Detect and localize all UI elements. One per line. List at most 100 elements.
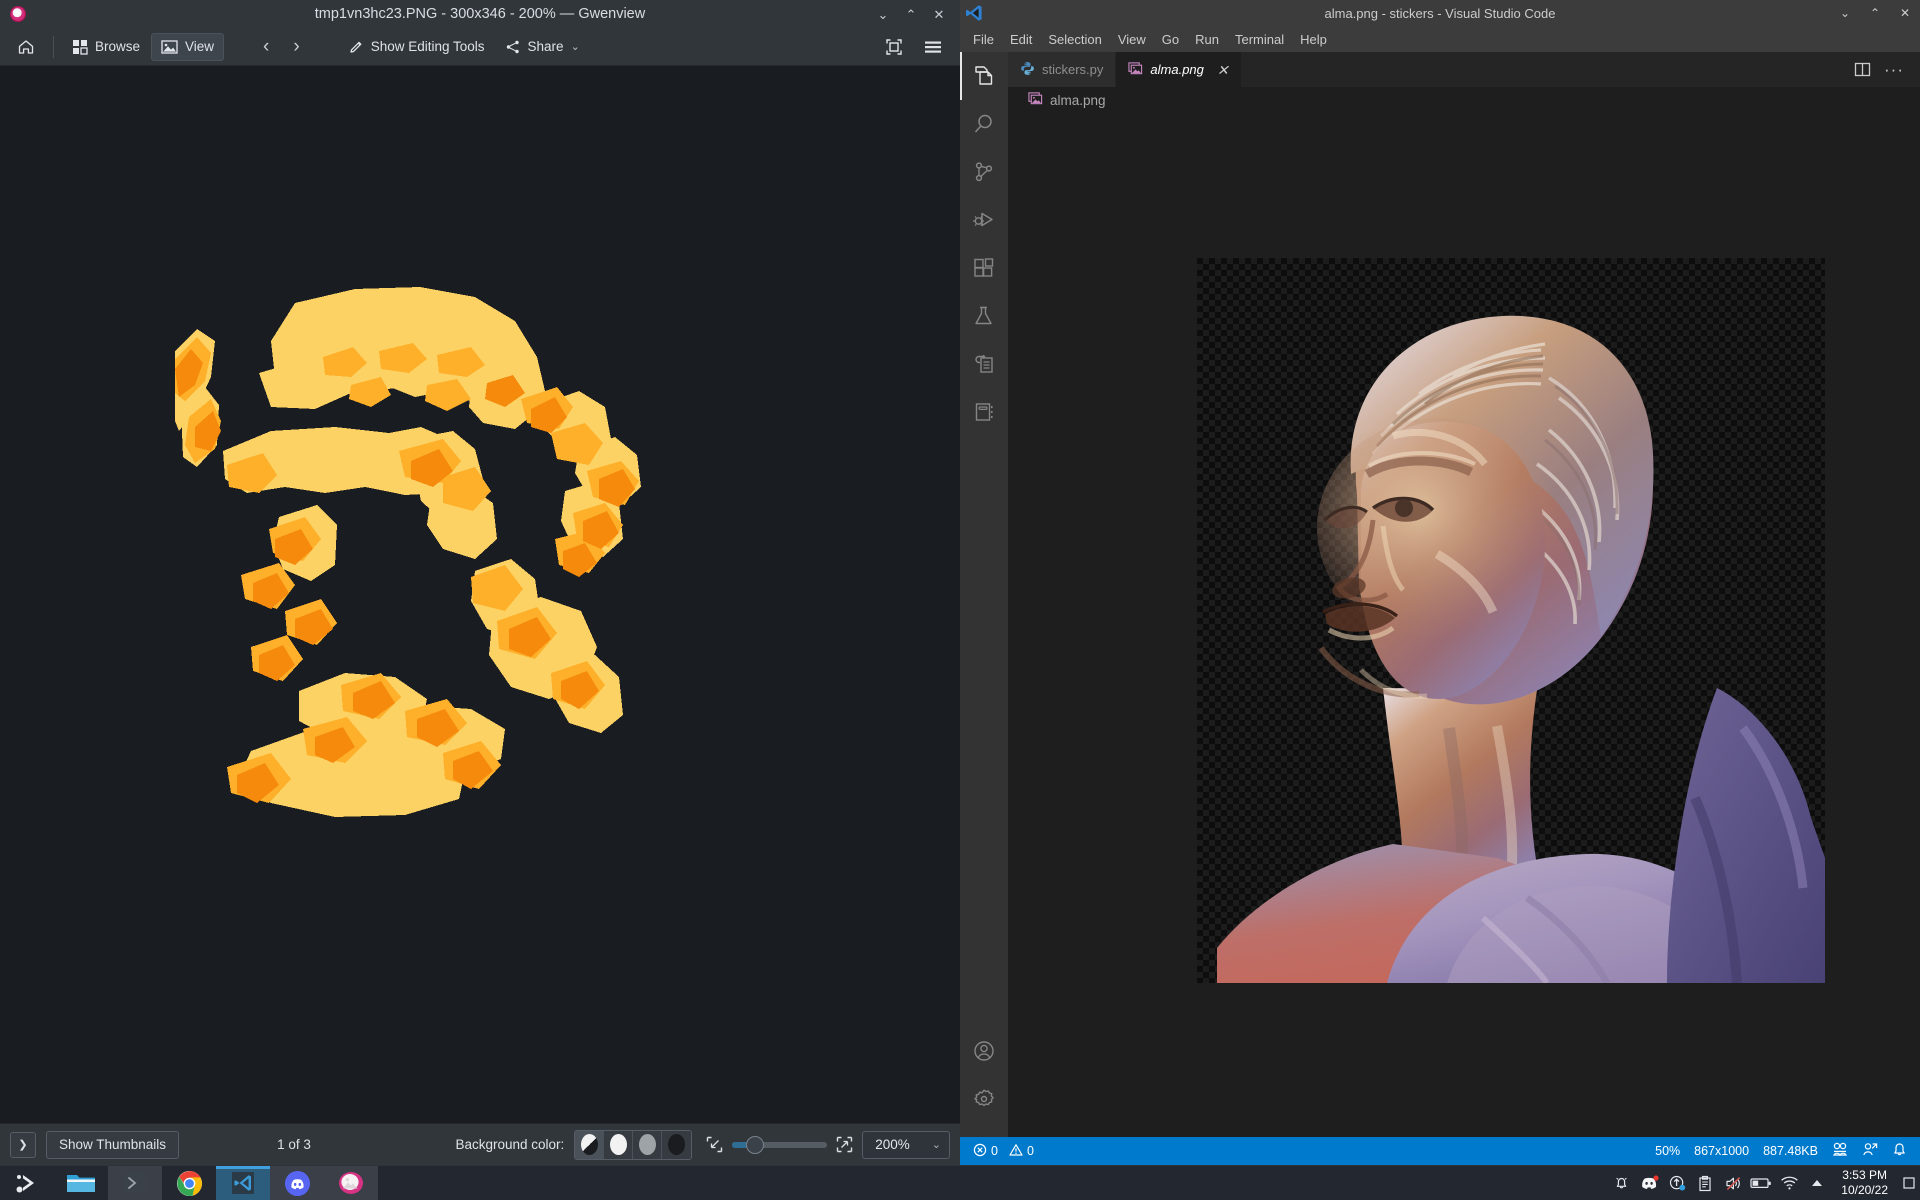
menu-help[interactable]: Help [1293,29,1334,50]
menu-view[interactable]: View [1111,29,1153,50]
python-file-icon [1020,61,1035,79]
battery-icon[interactable] [1747,1166,1775,1200]
taskbar-discord[interactable] [270,1166,324,1200]
taskbar-clock[interactable]: 3:53 PM 10/20/22 [1831,1168,1898,1198]
bg-swatch-checker[interactable] [575,1130,605,1159]
sidebar-item-notebook[interactable] [960,388,1008,436]
wifi-icon[interactable] [1775,1166,1803,1200]
zoom-actual-size-icon[interactable] [836,1136,853,1153]
vscode-editor-group: stickers.py alma.png ✕ ··· alma.png [1008,52,1920,1137]
sidebar-item-remote-explorer[interactable] [960,340,1008,388]
gwenview-close-button[interactable]: ✕ [926,2,952,26]
status-notifications[interactable] [1885,1137,1914,1165]
vscode-minimize-button[interactable]: ⌄ [1830,0,1860,26]
gwenview-editing-tools-label: Show Editing Tools [370,39,485,54]
vscode-menu-bar: File Edit Selection View Go Run Terminal… [960,26,1920,52]
status-image-dimensions[interactable]: 867x1000 [1687,1137,1756,1165]
taskbar-file-explorer[interactable] [54,1166,108,1200]
bg-swatch-black[interactable] [662,1130,692,1159]
update-arrow-icon[interactable] [1663,1166,1691,1200]
discord-tray-icon[interactable] [1635,1166,1663,1200]
tab-alma-png[interactable]: alma.png ✕ [1116,52,1242,87]
close-icon[interactable]: ✕ [1217,63,1229,77]
image-file-icon [1128,61,1143,79]
clipboard-icon[interactable] [1691,1166,1719,1200]
tab-stickers-py[interactable]: stickers.py [1008,52,1117,87]
menu-run[interactable]: Run [1188,29,1226,50]
sidebar-item-extensions[interactable] [960,244,1008,292]
zoom-slider-handle[interactable] [746,1135,765,1154]
gwenview-sidebar-toggle[interactable]: ❯ [10,1131,36,1158]
checker-dot [580,1134,598,1155]
menu-edit[interactable]: Edit [1003,29,1039,50]
sidebar-item-source-control[interactable] [960,148,1008,196]
clock-time: 3:53 PM [1842,1168,1887,1182]
gwenview-view-label: View [185,39,215,54]
gwenview-fullscreen-button[interactable] [876,33,912,61]
menu-selection[interactable]: Selection [1041,29,1108,50]
vscode-title-bar[interactable]: alma.png - stickers - Visual Studio Code… [960,0,1920,26]
vscode-close-button[interactable]: ✕ [1890,0,1920,26]
gwenview-page-info: 1 of 3 [277,1137,311,1152]
status-live-share[interactable] [1825,1137,1855,1165]
gwenview-window-title: tmp1vn3hc23.PNG - 300x346 - 200% — Gwenv… [314,6,646,22]
sidebar-item-explorer[interactable] [960,52,1008,100]
status-image-zoom[interactable]: 50% [1648,1137,1687,1165]
gwenview-previous-button[interactable]: ‹ [252,33,280,61]
gwenview-home-button[interactable] [8,33,44,61]
gwenview-browse-button[interactable]: Browse [63,33,149,61]
menu-file[interactable]: File [966,29,1001,50]
menu-go[interactable]: Go [1155,29,1186,50]
status-bar-right: 50% 867x1000 887.48KB [1648,1137,1914,1165]
status-problems[interactable]: 0 0 [966,1137,1041,1165]
gwenview-image-canvas[interactable] [0,66,960,1123]
gwenview-zoom-combobox[interactable]: 200% ⌄ [862,1130,950,1159]
gwenview-title-bar[interactable]: tmp1vn3hc23.PNG - 300x346 - 200% — Gwenv… [0,0,960,28]
taskbar-gwenview[interactable] [324,1166,378,1200]
gwenview-status-bar: ❯ Show Thumbnails 1 of 3 Background colo… [0,1123,960,1165]
vscode-window-title: alma.png - stickers - Visual Studio Code [1324,5,1556,21]
gwenview-window: tmp1vn3hc23.PNG - 300x346 - 200% — Gwenv… [0,0,960,1165]
breadcrumb[interactable]: alma.png [1008,87,1920,113]
vscode-logo-icon [960,4,988,22]
gwenview-background-color-group: Background color: 200% ⌄ [455,1129,950,1160]
taskbar-vscode[interactable] [216,1166,270,1200]
vscode-maximize-button[interactable]: ⌃ [1860,0,1890,26]
vscode-tab-actions: ··· [1848,52,1920,87]
sidebar-item-run-and-debug[interactable] [960,196,1008,244]
sidebar-item-search[interactable] [960,100,1008,148]
sidebar-item-settings[interactable] [960,1075,1008,1123]
volume-muted-icon[interactable] [1719,1166,1747,1200]
taskbar-start-button[interactable] [0,1166,54,1200]
notification-bell-icon[interactable] [1607,1166,1635,1200]
taskbar-chrome[interactable] [162,1166,216,1200]
more-actions-icon[interactable]: ··· [1880,55,1908,85]
gwenview-next-button[interactable]: › [282,33,310,61]
vscode-image-preview-editor[interactable] [1008,113,1920,1137]
bg-swatch-white[interactable] [604,1130,634,1159]
show-hidden-icons-icon[interactable] [1803,1166,1831,1200]
gwenview-show-editing-tools-button[interactable]: Show Editing Tools [339,33,494,61]
taskbar-terminal[interactable] [108,1166,162,1200]
gwenview-view-button[interactable]: View [151,32,225,61]
gwenview-maximize-button[interactable]: ⌃ [898,2,924,26]
white-dot [609,1134,627,1155]
sidebar-item-testing[interactable] [960,292,1008,340]
gwenview-minimize-button[interactable]: ⌄ [870,2,896,26]
bg-swatch-gray[interactable] [633,1130,663,1159]
sidebar-item-accounts[interactable] [960,1027,1008,1075]
status-image-size[interactable]: 887.48KB [1756,1137,1825,1165]
show-desktop-button[interactable] [1902,1166,1916,1200]
status-remote-window[interactable] [1855,1137,1885,1165]
gwenview-show-thumbnails-button[interactable]: Show Thumbnails [46,1130,180,1159]
home-icon [17,38,35,56]
gwenview-menu-button[interactable] [914,33,952,61]
gwenview-share-label: Share [527,39,564,54]
split-editor-icon[interactable] [1848,55,1876,85]
desktop-screen: tmp1vn3hc23.PNG - 300x346 - 200% — Gwenv… [0,0,1920,1200]
gwenview-zoom-slider[interactable] [732,1135,828,1154]
zoom-fit-icon[interactable] [706,1136,723,1153]
tab-label: stickers.py [1042,62,1104,77]
gwenview-share-button[interactable]: Share ⌄ [496,33,589,61]
menu-terminal[interactable]: Terminal [1228,29,1291,50]
